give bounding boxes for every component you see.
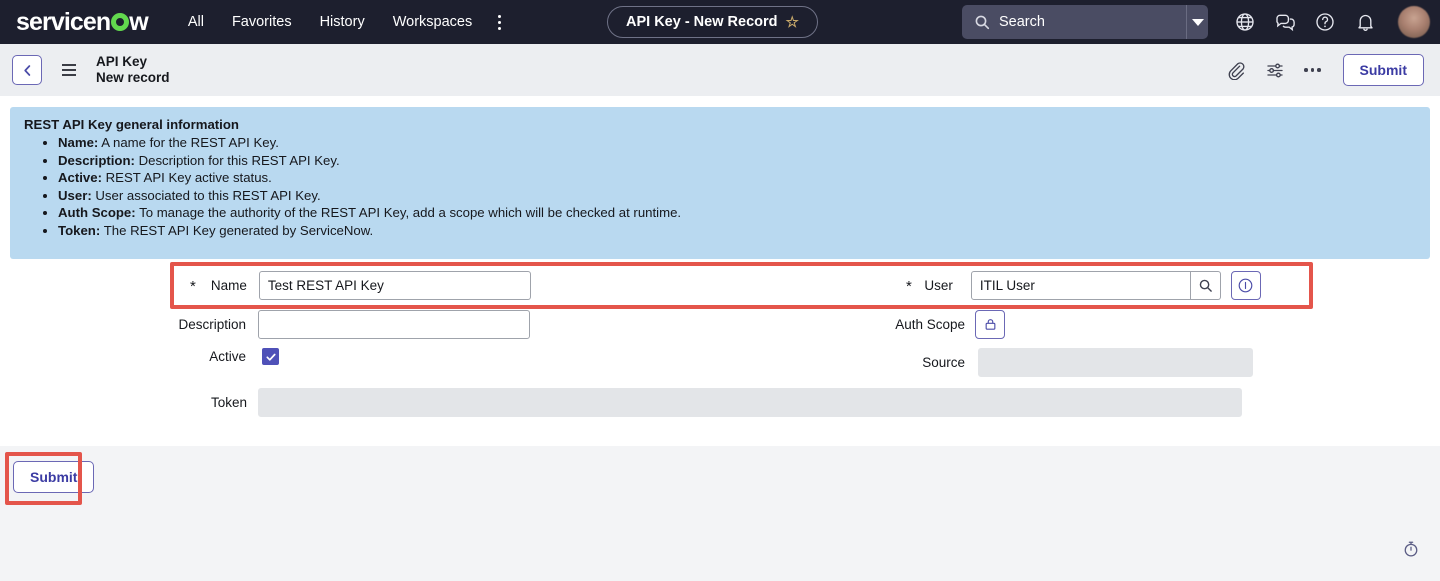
record-table-title: API Key (96, 54, 170, 70)
info-banner-item: Auth Scope: To manage the authority of t… (58, 204, 1416, 222)
info-banner-list: Name: A name for the REST API Key. Descr… (58, 134, 1416, 240)
info-desc: REST API Key active status. (106, 170, 272, 185)
field-row-auth-scope: Auth Scope (885, 310, 1005, 339)
field-row-user: * User (906, 271, 1261, 300)
user-info-button[interactable] (1231, 271, 1261, 300)
user-reference-group (971, 271, 1261, 300)
search-scope-dropdown[interactable] (1186, 5, 1208, 39)
field-row-description: Description (175, 310, 530, 339)
field-label-description: Description (175, 317, 246, 332)
brand-o-ring (111, 13, 129, 31)
sliders-icon[interactable] (1264, 59, 1286, 81)
chevron-down-icon (1192, 19, 1204, 26)
globe-icon[interactable] (1234, 11, 1256, 33)
source-input (978, 348, 1253, 377)
description-input[interactable] (258, 310, 530, 339)
nav-item-history[interactable]: History (306, 8, 379, 36)
info-term: Name: (58, 135, 98, 150)
form-footer: Submit (0, 445, 1440, 581)
info-banner-item: Token: The REST API Key generated by Ser… (58, 222, 1416, 240)
nav-more-icon[interactable] (486, 11, 513, 34)
info-desc: User associated to this REST API Key. (95, 188, 320, 203)
info-desc: Description for this REST API Key. (139, 153, 340, 168)
field-label-user: User (919, 278, 953, 293)
info-banner-item: User: User associated to this REST API K… (58, 187, 1416, 205)
paperclip-icon[interactable] (1224, 59, 1246, 81)
stopwatch-icon[interactable] (1402, 540, 1420, 561)
back-button[interactable] (12, 55, 42, 85)
user-input[interactable] (971, 271, 1191, 300)
auth-scope-lock-button[interactable] (975, 310, 1005, 339)
token-input (258, 388, 1242, 417)
submit-button-bottom[interactable]: Submit (13, 461, 94, 493)
info-banner: REST API Key general information Name: A… (10, 107, 1430, 259)
field-label-token: Token (207, 395, 247, 410)
help-icon[interactable] (1314, 11, 1336, 33)
more-actions-icon[interactable] (1304, 68, 1321, 72)
info-term: User: (58, 188, 92, 203)
notifications-bell-icon[interactable] (1354, 11, 1376, 33)
info-desc: A name for the REST API Key. (101, 135, 279, 150)
brand-text-part1: servicen (16, 8, 110, 37)
info-term: Token: (58, 223, 100, 238)
nav-item-all[interactable]: All (174, 8, 218, 36)
star-outline-icon[interactable]: ☆ (786, 15, 799, 30)
info-desc: The REST API Key generated by ServiceNow… (104, 223, 374, 238)
record-menu-icon[interactable] (62, 64, 76, 76)
record-tab-label: API Key - New Record (626, 14, 778, 30)
field-row-name: * Name (190, 271, 531, 300)
name-input[interactable] (259, 271, 531, 300)
primary-nav: All Favorites History Workspaces (174, 8, 513, 36)
field-row-source: Source (912, 348, 1253, 377)
info-banner-item: Active: REST API Key active status. (58, 169, 1416, 187)
field-label-source: Source (912, 355, 965, 370)
record-toolbar-actions: Submit (1224, 54, 1424, 86)
record-tab-chip[interactable]: API Key - New Record ☆ (607, 6, 818, 38)
info-term: Auth Scope: (58, 205, 136, 220)
record-state-subtitle: New record (96, 70, 170, 86)
info-term: Description: (58, 153, 135, 168)
global-header: servicen w All Favorites History Workspac… (0, 0, 1440, 44)
active-checkbox[interactable] (262, 348, 279, 365)
info-banner-item: Description: Description for this REST A… (58, 152, 1416, 170)
field-label-name: Name (203, 278, 247, 293)
required-marker-icon: * (190, 279, 196, 294)
global-header-actions (1234, 0, 1430, 44)
record-toolbar: API Key New record Submit (0, 44, 1440, 96)
global-search[interactable] (962, 5, 1208, 39)
user-avatar[interactable] (1398, 6, 1430, 38)
nav-item-workspaces[interactable]: Workspaces (379, 8, 487, 36)
search-input[interactable] (999, 5, 1186, 39)
user-lookup-button[interactable] (1191, 271, 1221, 300)
nav-item-favorites[interactable]: Favorites (218, 8, 306, 36)
field-row-token: Token (207, 388, 1242, 417)
info-banner-zone: REST API Key general information Name: A… (0, 96, 1440, 259)
info-banner-item: Name: A name for the REST API Key. (58, 134, 1416, 152)
search-icon (974, 14, 990, 30)
servicenow-logo[interactable]: servicen w (16, 8, 148, 37)
submit-button-top[interactable]: Submit (1343, 54, 1424, 86)
info-banner-heading: REST API Key general information (24, 117, 1416, 132)
info-term: Active: (58, 170, 102, 185)
field-label-active: Active (206, 349, 246, 364)
field-row-active: Active (206, 348, 279, 365)
field-label-auth-scope: Auth Scope (885, 317, 965, 332)
info-desc: To manage the authority of the REST API … (139, 205, 681, 220)
brand-text-part2: w (129, 8, 148, 37)
required-marker-icon: * (906, 279, 912, 294)
record-title-block: API Key New record (96, 54, 170, 87)
conversations-icon[interactable] (1274, 11, 1296, 33)
record-form: * Name * User Description Auth Scope (0, 259, 1440, 434)
